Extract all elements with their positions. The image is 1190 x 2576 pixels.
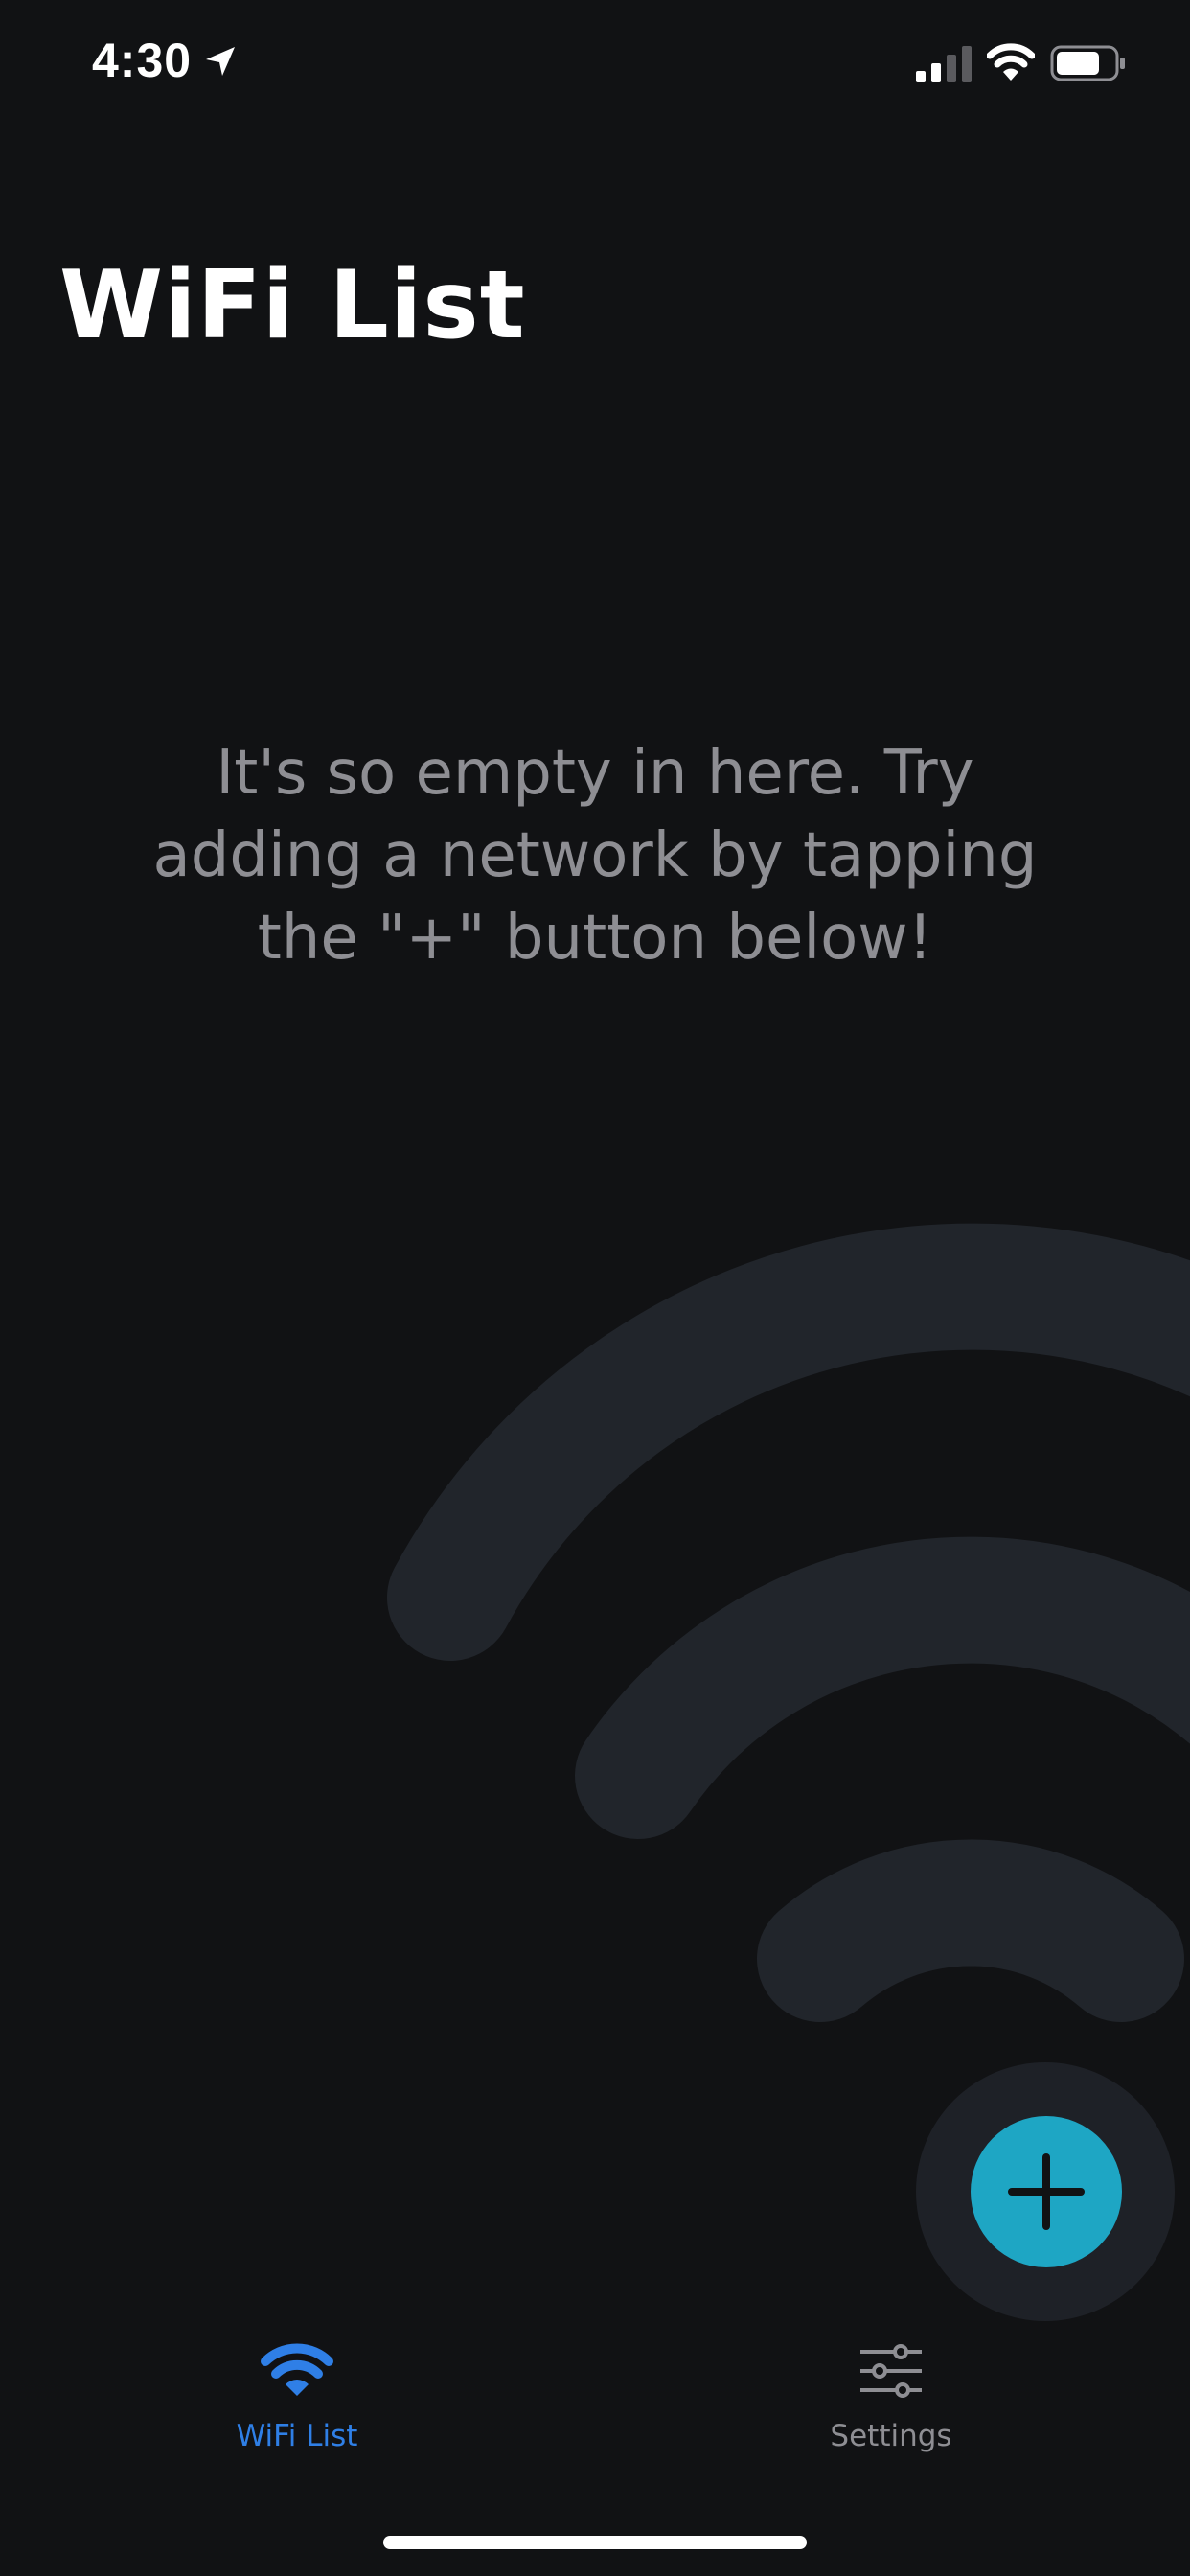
battery-icon xyxy=(1050,45,1125,81)
sliders-icon xyxy=(860,2344,922,2398)
cellular-signal-icon xyxy=(916,46,972,82)
plus-icon xyxy=(1008,2153,1085,2230)
wifi-icon xyxy=(987,43,1035,80)
empty-state-line-1: It's so empty in here. Try xyxy=(216,738,974,809)
tab-wifi-list-label: WiFi List xyxy=(236,2419,358,2453)
home-indicator[interactable] xyxy=(383,2536,807,2549)
empty-state-line-2: adding a network by tapping xyxy=(152,820,1038,891)
location-arrow-icon xyxy=(206,47,235,76)
tab-bar: WiFi List Settings xyxy=(0,2338,1190,2530)
status-bar: 4:30 xyxy=(0,0,1190,125)
tab-settings[interactable]: Settings xyxy=(747,2338,1035,2482)
tab-wifi-list[interactable]: WiFi List xyxy=(153,2338,441,2482)
tab-settings-label: Settings xyxy=(830,2419,952,2453)
page-title: WiFi List xyxy=(59,251,526,360)
empty-state-message: It's so empty in here. Try adding a netw… xyxy=(116,732,1074,979)
status-time: 4:30 xyxy=(92,34,193,87)
wifi-icon xyxy=(261,2343,333,2396)
add-network-button[interactable] xyxy=(971,2116,1122,2267)
empty-state-line-3: the "+" button below! xyxy=(257,903,933,974)
